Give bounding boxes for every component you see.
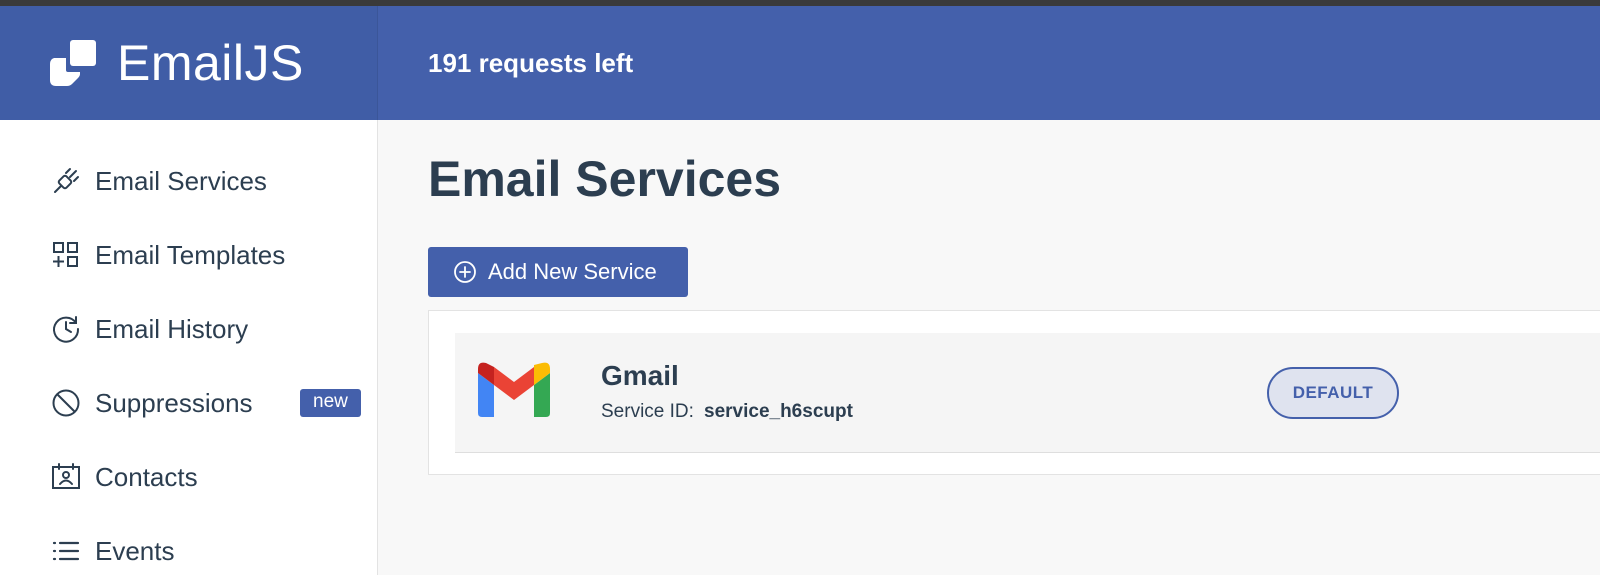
sidebar: Email Services Email Templates Email His… [0, 120, 378, 575]
service-row-gmail[interactable]: Gmail Service ID: service_h6scupt DEFAUL… [455, 333, 1600, 453]
requests-left: 191 requests left [428, 48, 634, 78]
service-name: Gmail [601, 360, 679, 391]
services-card: Gmail Service ID: service_h6scupt DEFAUL… [428, 310, 1600, 475]
new-badge: new [300, 389, 361, 417]
sidebar-item-label: Events [95, 535, 175, 566]
sidebar-item-email-templates[interactable]: Email Templates [0, 225, 378, 285]
brand-name: EmailJS [117, 35, 304, 91]
sidebar-item-suppressions[interactable]: Suppressions new [0, 373, 378, 433]
brand[interactable]: EmailJS [0, 6, 378, 120]
emailjs-logo-icon [50, 40, 96, 86]
list-icon [50, 535, 82, 567]
sidebar-item-email-history[interactable]: Email History [0, 299, 378, 359]
top-header: EmailJS 191 requests left [0, 6, 1600, 120]
service-id-label: Service ID: [601, 401, 694, 422]
add-new-service-label: Add New Service [488, 259, 657, 284]
sidebar-item-label: Contacts [95, 461, 198, 492]
sidebar-item-events[interactable]: Events [0, 521, 378, 575]
sidebar-item-label: Email Services [95, 165, 267, 196]
sidebar-item-contacts[interactable]: Contacts [0, 447, 378, 507]
add-new-service-button[interactable]: Add New Service [428, 247, 688, 297]
page-title: Email Services [428, 151, 782, 207]
history-icon [50, 313, 82, 345]
ban-icon [50, 387, 82, 419]
gmail-icon [478, 362, 550, 417]
service-id-value: service_h6scupt [704, 401, 853, 422]
template-grid-icon [50, 239, 82, 271]
contact-card-icon [50, 461, 82, 493]
sidebar-item-label: Email Templates [95, 239, 286, 270]
sidebar-item-label: Suppressions [95, 387, 253, 418]
main-content: Email Services Add New Service Gmail Ser… [379, 120, 1600, 575]
default-badge: DEFAULT [1267, 367, 1399, 419]
plus-circle-icon [454, 261, 476, 283]
sidebar-item-email-services[interactable]: Email Services [0, 151, 378, 211]
plug-icon [50, 165, 82, 197]
sidebar-item-label: Email History [95, 313, 249, 344]
